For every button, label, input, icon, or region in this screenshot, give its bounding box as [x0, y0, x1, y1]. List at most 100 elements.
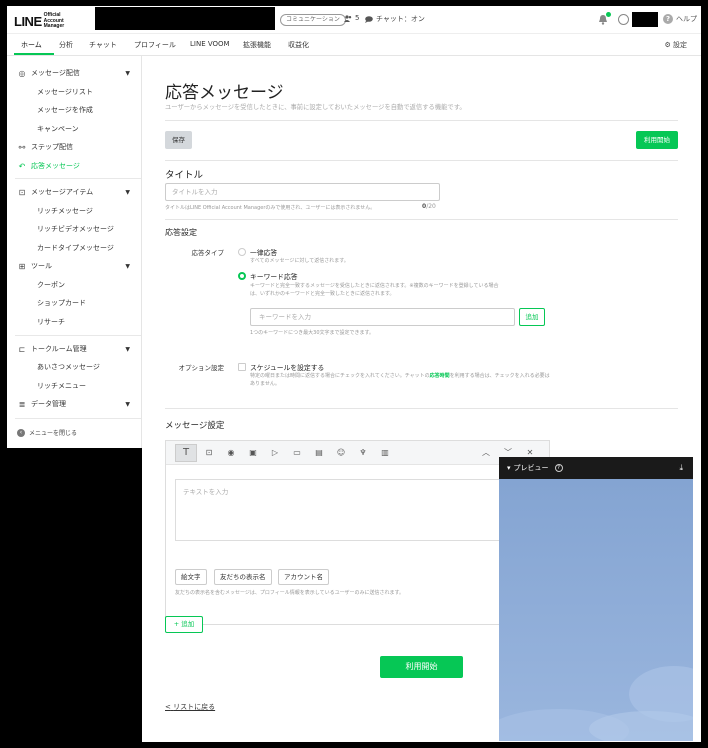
sidebar-item-rich-menu[interactable]: リッチメニュー	[37, 381, 86, 391]
settings-link[interactable]: ⚙ 設定	[664, 40, 687, 50]
chat-status-label: チャット：オン	[376, 15, 425, 23]
account-name-chip-button[interactable]: アカウント名	[278, 569, 329, 585]
sidebar-item-card-type[interactable]: カードタイプメッセージ	[37, 243, 114, 253]
add-keyword-button[interactable]: 追加	[519, 308, 545, 326]
sidebar-item-message-items[interactable]: ⊡ メッセージアイテム ▼	[7, 187, 142, 197]
chevron-left-icon: <	[165, 703, 171, 711]
sidebar-item-shop-card[interactable]: ショップカード	[37, 298, 86, 308]
tab-profile[interactable]: プロフィール	[134, 40, 176, 50]
keyword-hint: 1つのキーワードにつき最大30文字まで設定できます。	[250, 330, 375, 336]
schedule-checkbox[interactable]	[238, 363, 246, 371]
text-tool-icon[interactable]: T	[175, 444, 197, 462]
sidebar-item-label: データ管理	[31, 400, 66, 408]
save-button[interactable]: 保存	[165, 131, 192, 149]
video-icon[interactable]: ▷	[268, 446, 282, 460]
help-icon[interactable]: ?	[554, 464, 563, 472]
chevron-down-icon: ▼	[125, 345, 130, 353]
data-icon: ≣	[18, 399, 26, 409]
radio-keyword-reply[interactable]	[238, 272, 246, 280]
chevron-down-icon: ▼	[125, 69, 130, 77]
sidebar-item-rich-video[interactable]: リッチビデオメッセージ	[37, 224, 114, 234]
radio-keyword-reply-label[interactable]: キーワード応答	[250, 271, 298, 281]
clipboard-icon[interactable]: ▥	[378, 446, 392, 460]
radio-all-reply-label[interactable]: 一律応答	[250, 247, 277, 257]
download-icon[interactable]: ⤓	[679, 463, 683, 473]
sidebar-item-create-message[interactable]: メッセージを作成	[37, 105, 93, 115]
start-button-bottom[interactable]: 利用開始	[380, 656, 463, 678]
step-icon: ⚯	[18, 142, 26, 152]
add-message-button[interactable]: + 追加	[165, 616, 203, 633]
friend-count-value: 5	[355, 14, 360, 22]
chevron-down-icon: ▼	[125, 400, 130, 408]
sidebar-item-data[interactable]: ≣ データ管理 ▼	[7, 399, 142, 409]
back-to-list-link[interactable]: < リストに戻る	[165, 702, 215, 712]
reply-settings-heading: 応答設定	[165, 228, 197, 237]
image-icon[interactable]: ▣	[246, 446, 260, 460]
option-settings-label: オプション設定	[178, 364, 225, 372]
line-oa-logo[interactable]: LINE Official Account Manager	[14, 12, 82, 30]
message-text-input[interactable]: テキストを入力	[175, 479, 540, 541]
sidebar-item-talkroom[interactable]: ⊏ トークルーム管理 ▼	[7, 344, 142, 354]
radio-keyword-desc-1: キーワードと完全一致するメッセージを受信したときに返信されます。※複数のキーワー…	[250, 283, 499, 289]
schedule-description: 特定の曜日または時間に返信する場合にチェックを入れてください。チャットの応答時間…	[250, 372, 550, 388]
sticker-icon[interactable]: ⊡	[202, 446, 216, 460]
tab-analytics[interactable]: 分析	[59, 40, 73, 50]
sidebar-item-rich-message[interactable]: リッチメッセージ	[37, 206, 93, 216]
editor-hint: 友だちの表示名を含むメッセージは、プロフィール情報を表示しているユーザーのみに送…	[175, 590, 405, 596]
help-link[interactable]: ? ヘルプ	[663, 14, 697, 24]
item-icon: ⊡	[18, 187, 26, 197]
tools-icon: ⊞	[18, 261, 26, 271]
start-button-top[interactable]: 利用開始	[636, 131, 678, 149]
schedule-label[interactable]: スケジュールを設定する	[250, 362, 324, 372]
sidebar-item-label: ステップ配信	[31, 143, 73, 151]
film-icon[interactable]: ▤	[312, 446, 326, 460]
active-tab-indicator	[14, 53, 54, 55]
tab-monetization[interactable]: 収益化	[288, 40, 309, 50]
emoji-chip-button[interactable]: 絵文字	[175, 569, 207, 585]
sidebar-divider	[15, 335, 141, 336]
user-name-redacted[interactable]	[632, 12, 658, 27]
title-input[interactable]: タイトルを入力	[165, 183, 440, 201]
page-description: ユーザーからメッセージを受信したときに、事前に設定しておいたメッセージを自動で返…	[165, 104, 466, 111]
sidebar-item-campaign[interactable]: キャンペーン	[37, 124, 79, 134]
chat-bubble-icon[interactable]: ◉	[224, 446, 238, 460]
chevron-up-icon[interactable]: ︿	[479, 446, 493, 460]
sidebar-item-message-list[interactable]: メッセージリスト	[37, 87, 93, 97]
sidebar-item-broadcast[interactable]: ◎ メッセージ配信 ▼	[7, 68, 142, 78]
radio-keyword-desc-2: は、いずれかのキーワードと完全一致したときに返信されます。	[250, 291, 395, 297]
tab-extensions[interactable]: 拡張機能	[243, 40, 271, 50]
radio-all-reply-desc: すべてのメッセージに対して返信されます。	[250, 258, 349, 264]
sidebar-item-greeting[interactable]: あいさつメッセージ	[37, 362, 100, 372]
tab-chat[interactable]: チャット	[89, 40, 117, 50]
emoji-icon[interactable]: ☺	[334, 446, 348, 460]
reply-hours-link[interactable]: 応答時間	[430, 373, 450, 379]
sidebar-item-research[interactable]: リサーチ	[37, 317, 65, 327]
logo-subtitle: Official Account Manager	[43, 12, 65, 29]
close-menu-button[interactable]: ‹ メニューを閉じる	[17, 428, 77, 437]
sidebar-item-step-delivery[interactable]: ⚯ ステップ配信	[7, 142, 142, 152]
title-hint: タイトルはLINE Official Account Managerのみで使用さ…	[165, 205, 376, 211]
preview-header[interactable]: ▾ プレビュー? ⤓	[499, 457, 693, 479]
chat-status[interactable]: チャット：オン	[365, 14, 425, 24]
tab-line-voom[interactable]: LINE VOOM	[190, 40, 230, 48]
radio-all-reply[interactable]	[238, 248, 246, 256]
sidebar-item-coupon[interactable]: クーポン	[37, 280, 65, 290]
tab-home[interactable]: ホーム	[21, 40, 42, 50]
sidebar-item-auto-reply[interactable]: ↶ 応答メッセージ	[7, 161, 142, 171]
sidebar-item-tools[interactable]: ⊞ ツール ▼	[7, 261, 142, 271]
caret-down-icon: ▾	[507, 464, 511, 472]
account-name-redacted[interactable]	[95, 7, 275, 30]
user-avatar-icon[interactable]	[618, 14, 629, 25]
page-title: 応答メッセージ	[165, 83, 284, 103]
schedule-desc-1: 特定の曜日または時間に返信する場合にチェックを入れてください。チャットの	[250, 373, 430, 379]
title-heading: タイトル	[165, 170, 204, 181]
friend-count[interactable]: 5	[344, 14, 359, 22]
keyword-input[interactable]: キーワードを入力	[250, 308, 515, 326]
divider	[165, 160, 678, 161]
friend-name-chip-button[interactable]: 友だちの表示名	[214, 569, 272, 585]
microphone-icon[interactable]: ♆	[356, 446, 370, 460]
card-icon[interactable]: ▭	[290, 446, 304, 460]
notification-dot	[606, 12, 611, 17]
sidebar-divider	[15, 418, 141, 419]
broadcast-icon: ◎	[18, 68, 26, 78]
